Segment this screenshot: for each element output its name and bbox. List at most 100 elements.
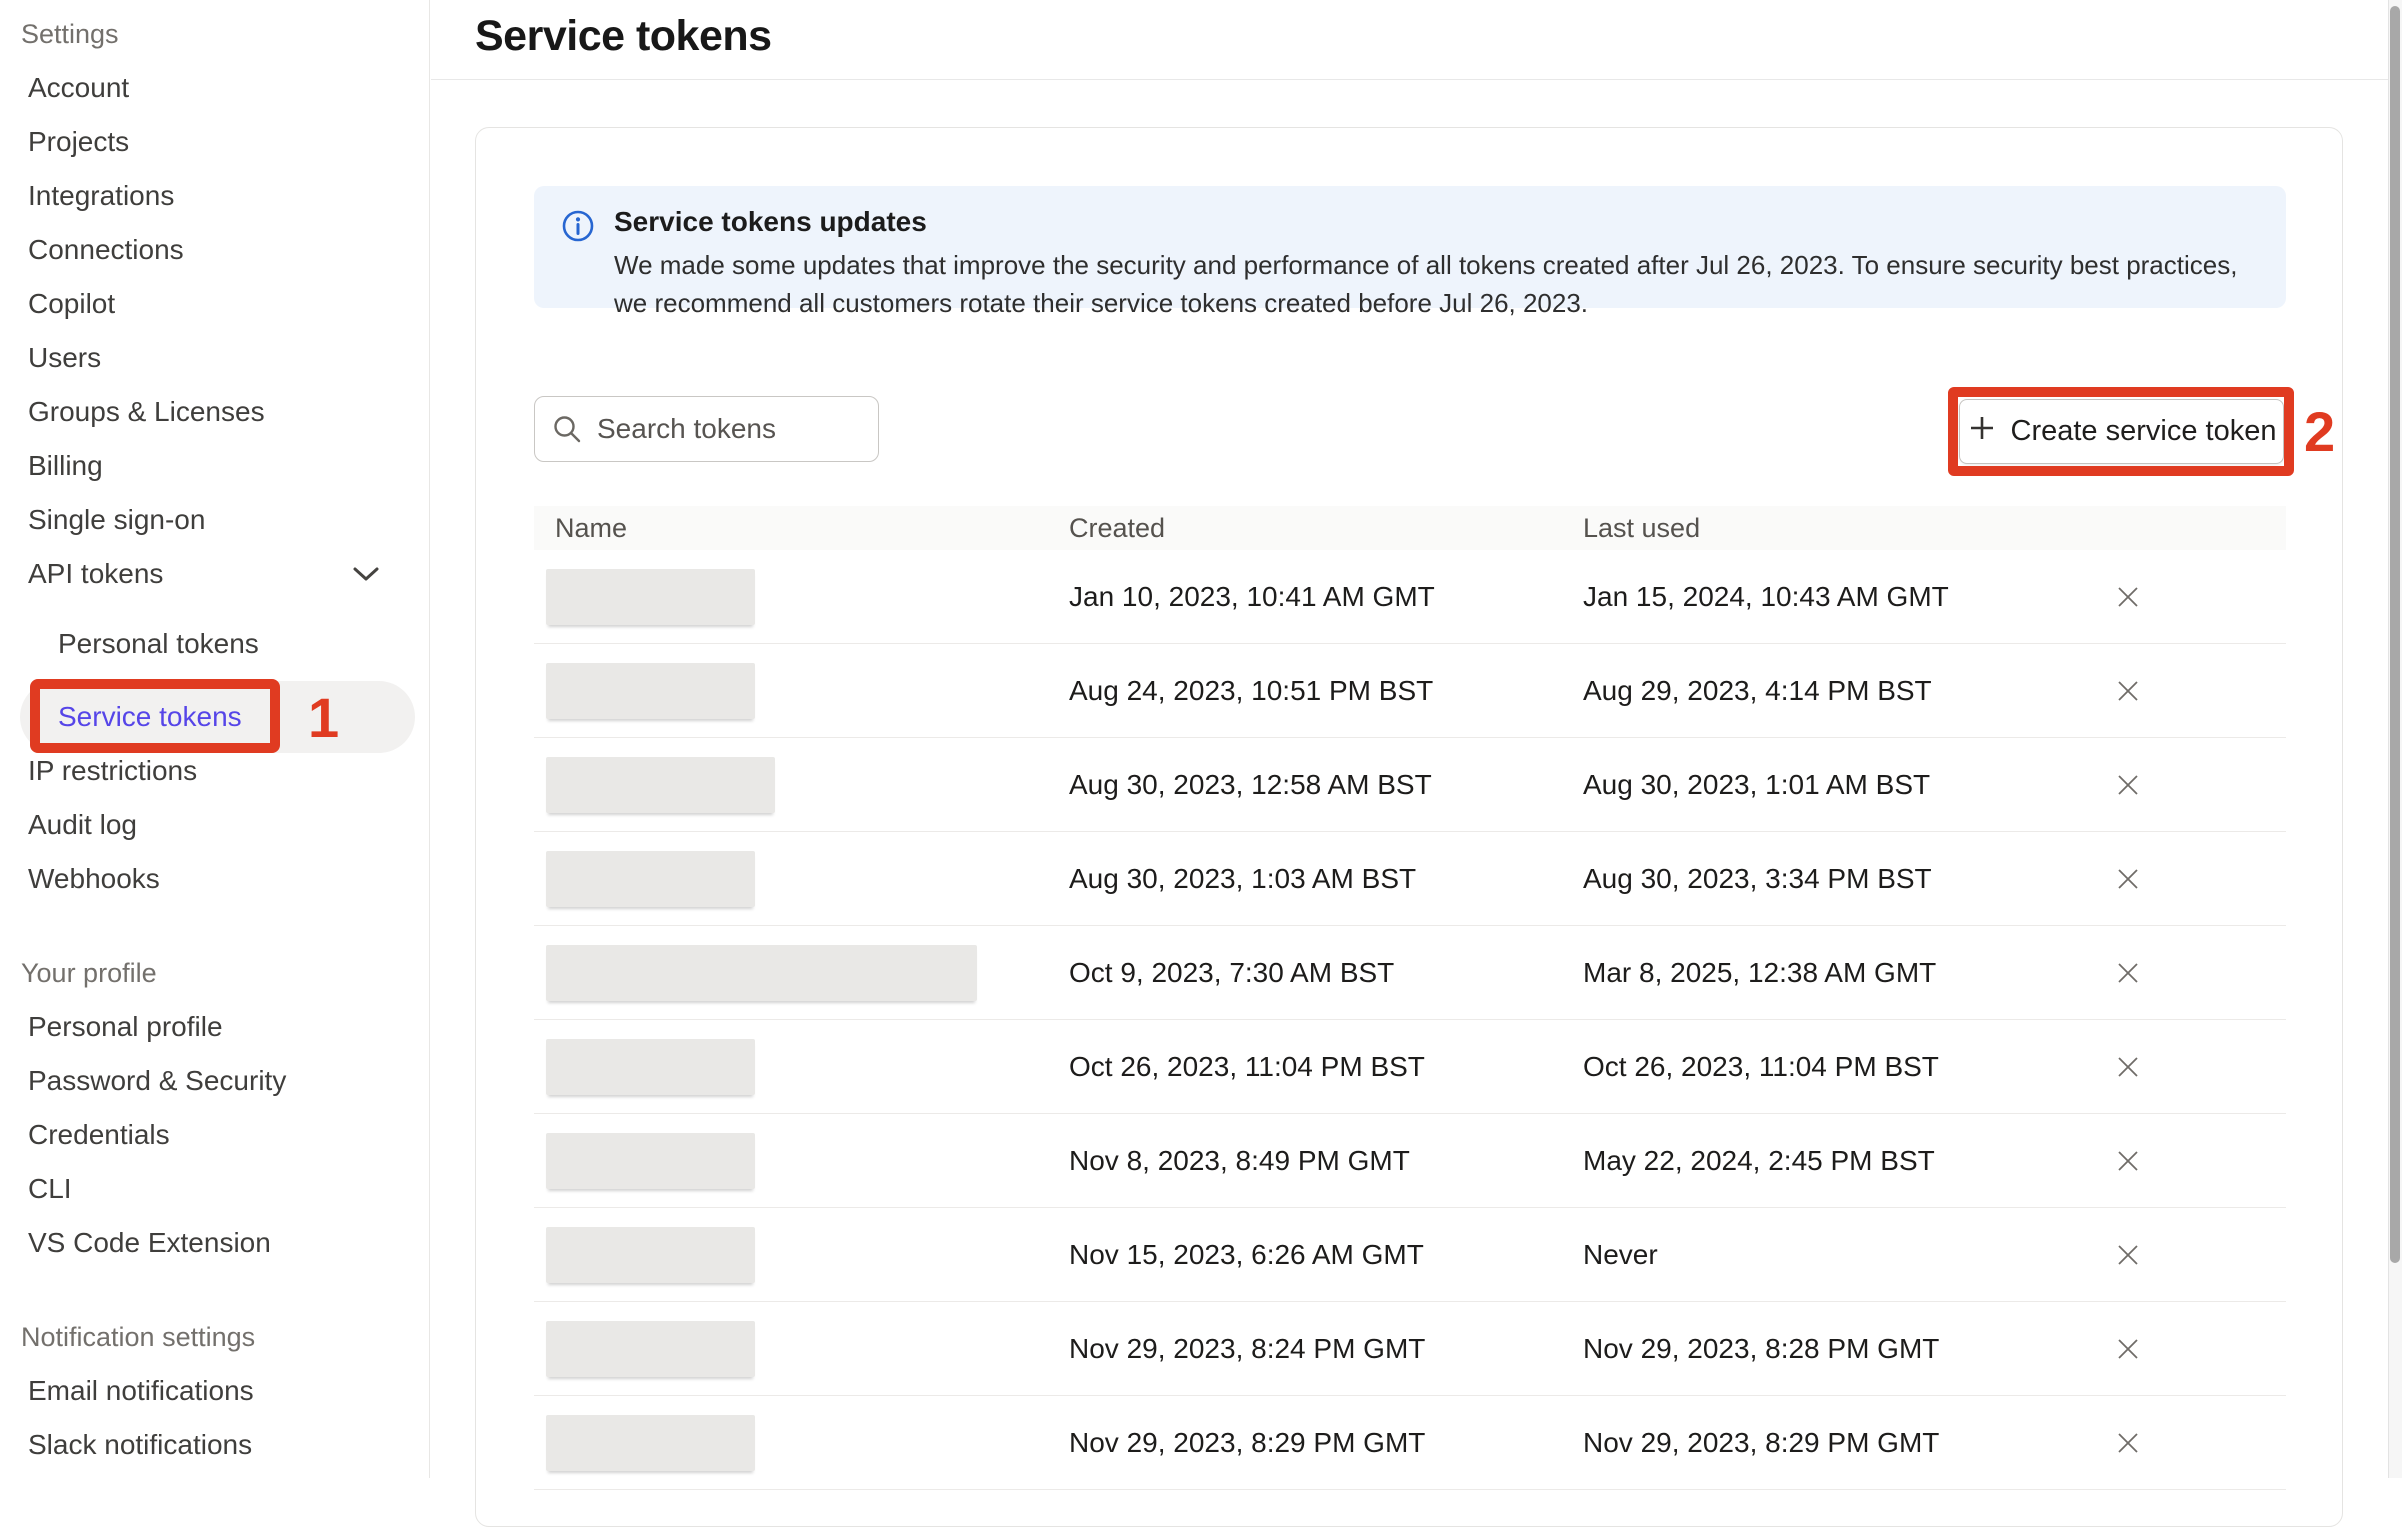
close-icon <box>2116 585 2140 609</box>
delete-token-button[interactable] <box>2108 1423 2148 1463</box>
create-service-token-label: Create service token <box>2011 415 2277 448</box>
table-row: Aug 30, 2023, 12:58 AM BST Aug 30, 2023,… <box>534 738 2286 832</box>
sidebar-item-label: Personal profile <box>28 1011 223 1043</box>
delete-token-button[interactable] <box>2108 577 2148 617</box>
sidebar-item-account[interactable]: Account <box>0 61 429 115</box>
sidebar-item-label: Single sign-on <box>28 504 205 536</box>
sidebar-item-label: Slack notifications <box>28 1429 252 1461</box>
delete-token-button[interactable] <box>2108 671 2148 711</box>
token-created-cell: Jan 10, 2023, 10:41 AM GMT <box>1069 581 1583 613</box>
chevron-down-icon <box>352 558 380 590</box>
sidebar-item-label: Connections <box>28 234 184 266</box>
token-name-redacted <box>546 757 775 813</box>
sidebar-item-single-sign-on[interactable]: Single sign-on <box>0 493 429 547</box>
token-name-redacted <box>546 945 977 1001</box>
delete-token-button[interactable] <box>2108 765 2148 805</box>
sidebar-item-groups-licenses[interactable]: Groups & Licenses <box>0 385 429 439</box>
sidebar-item-vs-code-extension[interactable]: VS Code Extension <box>0 1216 429 1270</box>
token-name-redacted <box>546 851 755 907</box>
vertical-scrollbar[interactable] <box>2388 0 2402 1478</box>
banner-title: Service tokens updates <box>614 206 927 238</box>
close-icon <box>2116 961 2140 985</box>
sidebar-item-ip-restrictions[interactable]: IP restrictions <box>0 744 429 798</box>
sidebar-item-users[interactable]: Users <box>0 331 429 385</box>
sidebar-item-webhooks[interactable]: Webhooks <box>0 852 429 906</box>
token-name-redacted <box>546 1133 755 1189</box>
sidebar-item-label: VS Code Extension <box>28 1227 271 1259</box>
tokens-table: Name Created Last used Jan 10, 2023, 10:… <box>534 506 2286 1490</box>
token-last-used-cell: Aug 30, 2023, 3:34 PM BST <box>1583 863 2286 895</box>
token-created-cell: Aug 24, 2023, 10:51 PM BST <box>1069 675 1583 707</box>
banner-body: We made some updates that improve the se… <box>614 246 2254 322</box>
service-tokens-card: Service tokens updates We made some upda… <box>475 127 2343 1527</box>
token-last-used-cell: Oct 26, 2023, 11:04 PM BST <box>1583 1051 2286 1083</box>
sidebar-item-integrations[interactable]: Integrations <box>0 169 429 223</box>
sidebar-item-label: Credentials <box>28 1119 170 1151</box>
table-row: Nov 15, 2023, 6:26 AM GMT Never <box>534 1208 2286 1302</box>
sidebar-item-label: Personal tokens <box>58 628 259 660</box>
search-input[interactable] <box>534 396 879 462</box>
annotation-label-2: 2 <box>2304 387 2364 476</box>
close-icon <box>2116 773 2140 797</box>
info-icon <box>560 208 596 249</box>
sidebar-item-label: Groups & Licenses <box>28 396 265 428</box>
sidebar-item-cli[interactable]: CLI <box>0 1162 429 1216</box>
sidebar-item-copilot[interactable]: Copilot <box>0 277 429 331</box>
sidebar-item-label: IP restrictions <box>28 755 197 787</box>
sidebar-item-label: Service tokens <box>58 701 242 733</box>
sidebar-item-projects[interactable]: Projects <box>0 115 429 169</box>
token-created-cell: Nov 8, 2023, 8:49 PM GMT <box>1069 1145 1583 1177</box>
settings-sidebar: SettingsAccountProjectsIntegrationsConne… <box>0 0 430 1478</box>
sidebar-item-label: Copilot <box>28 288 115 320</box>
create-service-token-button[interactable]: Create service token <box>1959 399 2284 464</box>
token-name-redacted <box>546 569 755 625</box>
sidebar-item-label: CLI <box>28 1173 72 1205</box>
sidebar-item-label: Integrations <box>28 180 174 212</box>
token-name-redacted <box>546 663 755 719</box>
sidebar-section-notification-settings: Notification settings <box>0 1310 429 1364</box>
delete-token-button[interactable] <box>2108 1235 2148 1275</box>
sidebar-item-connections[interactable]: Connections <box>0 223 429 277</box>
info-banner: Service tokens updates We made some upda… <box>534 186 2286 308</box>
delete-token-button[interactable] <box>2108 859 2148 899</box>
token-last-used-cell: Nov 29, 2023, 8:29 PM GMT <box>1583 1427 2286 1459</box>
sidebar-item-audit-log[interactable]: Audit log <box>0 798 429 852</box>
table-row: Nov 29, 2023, 8:29 PM GMT Nov 29, 2023, … <box>534 1396 2286 1490</box>
annotation-label-1: 1 <box>308 681 339 753</box>
close-icon <box>2116 1431 2140 1455</box>
table-row: Oct 26, 2023, 11:04 PM BST Oct 26, 2023,… <box>534 1020 2286 1114</box>
delete-token-button[interactable] <box>2108 1329 2148 1369</box>
token-created-cell: Aug 30, 2023, 12:58 AM BST <box>1069 769 1583 801</box>
token-created-cell: Oct 26, 2023, 11:04 PM BST <box>1069 1051 1583 1083</box>
plus-icon <box>1967 413 1997 451</box>
sidebar-item-credentials[interactable]: Credentials <box>0 1108 429 1162</box>
delete-token-button[interactable] <box>2108 1141 2148 1181</box>
token-created-cell: Nov 15, 2023, 6:26 AM GMT <box>1069 1239 1583 1271</box>
table-row: Nov 29, 2023, 8:24 PM GMT Nov 29, 2023, … <box>534 1302 2286 1396</box>
delete-token-button[interactable] <box>2108 953 2148 993</box>
sidebar-item-label: Users <box>28 342 101 374</box>
token-name-redacted <box>546 1415 755 1471</box>
sidebar-item-service-tokens[interactable]: Service tokens 1 <box>20 681 415 753</box>
column-header-last-used: Last used <box>1583 513 2286 544</box>
column-header-name: Name <box>534 513 1069 544</box>
delete-token-button[interactable] <box>2108 1047 2148 1087</box>
sidebar-item-api-tokens[interactable]: API tokens <box>0 547 429 601</box>
token-created-cell: Aug 30, 2023, 1:03 AM BST <box>1069 863 1583 895</box>
sidebar-item-label: Email notifications <box>28 1375 254 1407</box>
sidebar-item-slack-notifications[interactable]: Slack notifications <box>0 1418 429 1472</box>
token-last-used-cell: May 22, 2024, 2:45 PM BST <box>1583 1145 2286 1177</box>
sidebar-item-email-notifications[interactable]: Email notifications <box>0 1364 429 1418</box>
column-header-created: Created <box>1069 513 1583 544</box>
sidebar-item-password-security[interactable]: Password & Security <box>0 1054 429 1108</box>
scrollbar-thumb[interactable] <box>2390 6 2400 1263</box>
token-last-used-cell: Nov 29, 2023, 8:28 PM GMT <box>1583 1333 2286 1365</box>
table-row: Nov 8, 2023, 8:49 PM GMT May 22, 2024, 2… <box>534 1114 2286 1208</box>
sidebar-item-personal-tokens[interactable]: Personal tokens <box>0 617 429 671</box>
close-icon <box>2116 1337 2140 1361</box>
sidebar-item-personal-profile[interactable]: Personal profile <box>0 1000 429 1054</box>
sidebar-item-billing[interactable]: Billing <box>0 439 429 493</box>
table-row: Aug 30, 2023, 1:03 AM BST Aug 30, 2023, … <box>534 832 2286 926</box>
token-last-used-cell: Jan 15, 2024, 10:43 AM GMT <box>1583 581 2286 613</box>
sidebar-item-label: Projects <box>28 126 129 158</box>
